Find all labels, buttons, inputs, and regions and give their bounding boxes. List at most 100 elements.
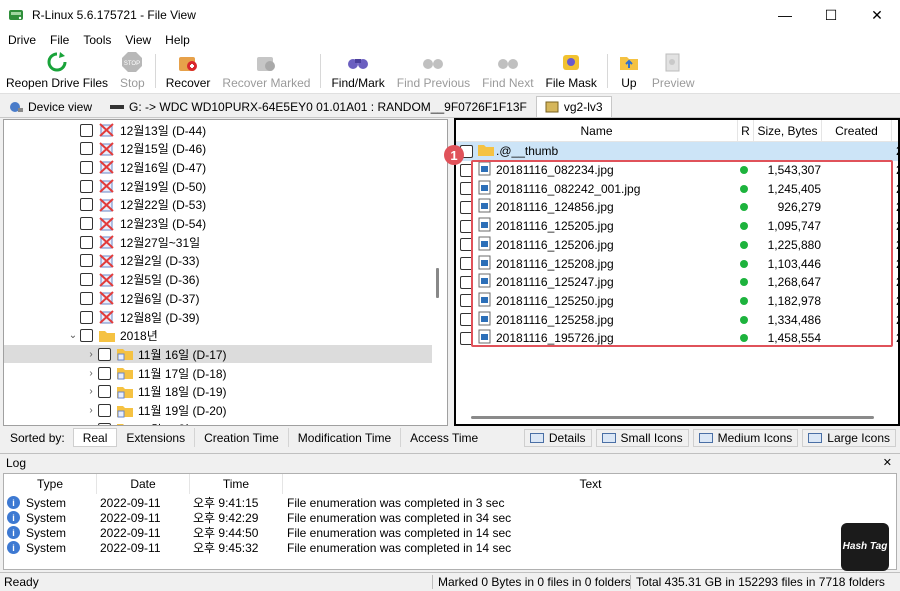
menu-tools[interactable]: Tools — [75, 33, 117, 47]
find-previous-button[interactable]: Find Previous — [391, 49, 476, 93]
tree-scrollbar-thumb[interactable] — [436, 268, 439, 298]
created-cut: 2 — [896, 163, 898, 177]
menu-view[interactable]: View — [117, 33, 157, 47]
tree-checkbox[interactable] — [80, 254, 93, 268]
tab-vg2-lv3[interactable]: vg2-lv3 — [535, 96, 612, 117]
sort-extensions[interactable]: Extensions — [117, 428, 196, 447]
log-row[interactable]: i System 2022-09-11 오후 9:45:32 File enumerat… — [4, 540, 896, 555]
tab-drive[interactable]: G: -> WDC WD10PURX-64E5EY0 01.01A01 : RA… — [101, 96, 536, 117]
sort-modification-time[interactable]: Modification Time — [289, 428, 402, 447]
tree-item[interactable]: 12월8일 (D-39) — [4, 308, 444, 326]
view-details-button[interactable]: Details — [523, 428, 592, 447]
maximize-button[interactable]: ☐ — [808, 0, 854, 30]
log-close-icon[interactable]: ✕ — [883, 456, 892, 469]
tree-item[interactable]: 12월22일 (D-53) — [4, 196, 444, 214]
tree-item[interactable]: › 11월 17일 (D-18) — [4, 364, 444, 382]
watermark-logo: Hash Tag — [841, 523, 889, 571]
tree-item[interactable]: 12월2일 (D-33) — [4, 252, 444, 270]
log-table[interactable]: Type Date Time Text i System 2022-09-11 오후 … — [3, 473, 897, 570]
log-column-text[interactable]: Text — [283, 474, 896, 494]
minimize-button[interactable]: — — [762, 0, 808, 30]
view-large-icons-button[interactable]: Large Icons — [802, 428, 896, 447]
stop-button[interactable]: STOP Stop — [114, 49, 151, 93]
tree-checkbox[interactable] — [80, 329, 93, 343]
tree-checkbox[interactable] — [98, 385, 111, 399]
tree-expander-icon[interactable]: › — [84, 386, 98, 397]
tree-checkbox[interactable] — [80, 179, 93, 193]
annotation-badge: 1 — [444, 145, 464, 165]
file-mask-button[interactable]: File Mask — [540, 49, 603, 93]
find-next-button[interactable]: Find Next — [476, 49, 539, 93]
sort-access-time[interactable]: Access Time — [401, 428, 487, 447]
tree-item[interactable]: 12월5일 (D-36) — [4, 271, 444, 289]
tree-item[interactable]: 12월16일 (D-47) — [4, 158, 444, 176]
created-cut: 2 — [896, 331, 898, 345]
tree-item[interactable]: 12월6일 (D-37) — [4, 289, 444, 307]
menu-file[interactable]: File — [42, 33, 75, 47]
tree-expander-icon[interactable]: › — [84, 368, 98, 379]
up-button[interactable]: Up — [612, 49, 646, 93]
sort-real[interactable]: Real — [72, 428, 118, 447]
view-large-icons-label: Large Icons — [827, 430, 890, 445]
find-mark-button[interactable]: Find/Mark — [325, 49, 390, 93]
tab-device-view[interactable]: Device view — [0, 96, 101, 117]
tree-checkbox[interactable] — [80, 198, 93, 212]
tree-checkbox[interactable] — [98, 422, 111, 425]
recover-button[interactable]: Recover — [160, 49, 217, 93]
tree-item[interactable]: 12월19일 (D-50) — [4, 177, 444, 195]
column-created[interactable]: Created — [822, 120, 892, 142]
menu-drive[interactable]: Drive — [0, 33, 42, 47]
reopen-drive-files-button[interactable]: Reopen Drive Files — [0, 49, 114, 93]
folder-row-thumb[interactable]: .@__thumb 2 — [456, 142, 898, 161]
folder-tree[interactable]: 12월13일 (D-44) 12월15일 (D-46) 12월16일 (D-47) 1… — [3, 119, 448, 426]
preview-button[interactable]: Preview — [646, 49, 701, 93]
tree-expander-icon[interactable]: › — [84, 349, 98, 360]
log-row[interactable]: i System 2022-09-11 오후 9:41:15 File enumerat… — [4, 495, 896, 510]
tree-checkbox[interactable] — [80, 310, 93, 324]
column-name-label: Name — [580, 124, 613, 138]
log-column-type[interactable]: Type — [4, 474, 97, 494]
binoculars-icon — [347, 51, 369, 73]
column-size[interactable]: Size, Bytes — [754, 120, 822, 142]
tree-checkbox[interactable] — [98, 347, 111, 361]
tree-checkbox[interactable] — [98, 404, 111, 417]
tree-item[interactable]: 12월23일 (D-54) — [4, 215, 444, 233]
tree-item[interactable]: ⌄ 2018년 — [4, 327, 444, 345]
horizontal-scrollbar-thumb[interactable] — [471, 416, 874, 419]
view-medium-icons-button[interactable]: Medium Icons — [692, 428, 799, 447]
tree-checkbox[interactable] — [80, 217, 93, 230]
tree-checkbox[interactable] — [98, 366, 111, 380]
close-button[interactable]: ✕ — [854, 0, 900, 30]
tree-item[interactable]: › 11월 20일 (D-21) — [4, 420, 444, 425]
column-r[interactable]: R — [738, 120, 754, 142]
tree-checkbox[interactable] — [80, 235, 93, 249]
tree-item[interactable]: › 11월 18일 (D-19) — [4, 383, 444, 401]
tree-item-label: 11월 20일 (D-21) — [138, 421, 227, 425]
tree-item[interactable]: › 11월 16일 (D-17) — [4, 345, 432, 364]
drive-icon — [110, 101, 125, 113]
tree-expander-icon[interactable]: › — [84, 405, 98, 416]
view-small-icons-button[interactable]: Small Icons — [595, 428, 689, 447]
tree-checkbox[interactable] — [80, 273, 93, 287]
log-column-time[interactable]: Time — [190, 474, 283, 494]
column-name[interactable]: Name — [456, 120, 738, 142]
recover-marked-button[interactable]: Recover Marked — [216, 49, 316, 93]
sort-creation-time[interactable]: Creation Time — [195, 428, 289, 447]
tree-item[interactable]: 12월15일 (D-46) — [4, 140, 444, 158]
log-row[interactable]: i System 2022-09-11 오후 9:42:29 File enumerat… — [4, 510, 896, 525]
tab-label: vg2-lv3 — [563, 100, 603, 114]
tree-item[interactable]: 12월13일 (D-44) — [4, 121, 444, 139]
tree-item[interactable]: › 11월 19일 (D-20) — [4, 402, 444, 420]
tree-checkbox[interactable] — [80, 291, 93, 305]
folder-icon — [478, 143, 494, 159]
tree-expander-icon[interactable]: ⌄ — [66, 330, 80, 341]
menu-help[interactable]: Help — [157, 33, 196, 47]
tree-checkbox[interactable] — [80, 142, 93, 156]
tree-checkbox[interactable] — [80, 160, 93, 174]
tree-expander-icon[interactable]: › — [84, 424, 98, 425]
log-row[interactable]: i System 2022-09-11 오후 9:44:50 File enumerat… — [4, 525, 896, 540]
tree-item[interactable]: 12월27일~31일 — [4, 233, 444, 251]
folder-open-icon — [99, 329, 115, 343]
log-column-date[interactable]: Date — [97, 474, 190, 494]
tree-checkbox[interactable] — [80, 123, 93, 137]
